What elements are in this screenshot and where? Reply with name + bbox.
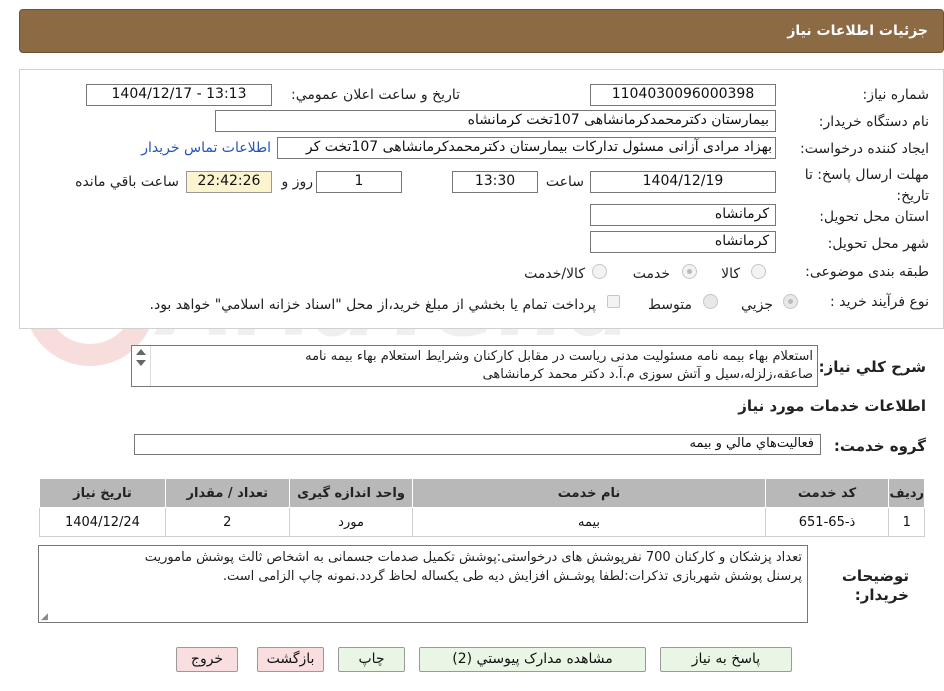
col-name: نام خدمت [412,478,766,508]
print-button[interactable]: چاپ [338,647,405,672]
page-header: جزئیات اطلاعات نیاز [19,9,944,53]
scroll-up-icon[interactable] [136,349,146,355]
deadline-label: مهلت ارسال پاسخ: تا تاریخ: [804,167,929,204]
table-header-row: رديف کد خدمت نام خدمت واحد اندازه گيری ت… [39,478,925,508]
deadline-date-field: 1404/12/19 [590,171,776,193]
cell-unit: مورد [288,507,414,537]
category-radio-goods[interactable] [751,264,766,279]
services-title: اطلاعات خدمات مورد نياز [738,397,926,415]
category-radio-service[interactable] [682,264,697,279]
category-option-goods: کالا [721,266,740,282]
process-option-medium: متوسط [648,297,692,313]
announce-label: تاریخ و ساعت اعلان عمومي: [291,87,460,103]
resize-handle-icon[interactable]: ◢ [41,612,48,622]
process-radio-medium[interactable] [703,294,718,309]
contact-info-link[interactable]: اطلاعات تماس خريدار [141,140,271,156]
cell-code: ذ-65-651 [764,507,890,537]
remaining-label: ساعت باقي مانده [75,174,179,190]
description-textarea[interactable]: استعلام بهاء بیمه نامه مسئولیت مدنی ریاس… [131,345,818,387]
buyer-notes-label-line2: خريدار: [854,586,909,604]
category-label: طبقه بندی موضوعی: [805,264,929,280]
buyer-org-field: بیمارستان دکترمحمدکرمانشاهی 107تخت کرمان… [215,110,776,132]
scroll-down-icon[interactable] [136,360,146,366]
need-number-field: 1104030096000398 [590,84,776,106]
description-line2: صاعقه،زلزله،سیل و آتش سوزی م.آ.د دکتر مح… [482,367,813,382]
process-radio-minor[interactable] [783,294,798,309]
page-title: جزئیات اطلاعات نیاز [787,23,928,39]
announce-field: 1404/12/17 - 13:13 [86,84,272,106]
city-field: کرمانشاه [590,231,776,253]
process-label: نوع فرآیند خرید : [830,294,929,310]
col-index: رديف [888,478,925,508]
back-button[interactable]: بازگشت [257,647,324,672]
province-label: استان محل تحویل: [819,209,929,225]
need-number-label: شماره نیاز: [862,87,930,103]
cell-qty: 2 [164,507,290,537]
service-group-label: گروه خدمت: [833,437,926,455]
creator-label: ایجاد کننده درخواست: [800,141,929,157]
col-date: تاريخ نياز [39,478,166,508]
days-field: 1 [316,171,402,193]
col-unit: واحد اندازه گيری [288,478,414,508]
services-table: رديف کد خدمت نام خدمت واحد اندازه گيری ت… [39,478,925,537]
buyer-notes-line1: تعداد پزشکان و کارکنان 700 نفرپوشش های د… [144,550,802,565]
description-scrollbar[interactable] [132,346,151,386]
payment-note: پرداخت تمام يا بخشي از مبلغ خريد،از محل … [149,297,596,313]
days-label: روز و [281,174,314,190]
cell-index: 1 [888,507,925,537]
creator-field: بهزاد مرادی آزانی مسئول تدارکات بیمارستا… [277,137,776,159]
city-label: شهر محل تحویل: [827,236,929,252]
exit-button[interactable]: خروج [176,647,238,672]
province-field: کرمانشاه [590,204,776,226]
cell-date: 1404/12/24 [39,507,166,537]
buyer-notes-label-line1: توضيحات [841,567,909,585]
attachments-button[interactable]: مشاهده مدارک پيوستي (2) [419,647,646,672]
col-qty: تعداد / مقدار [164,478,290,508]
description-label: شرح کلي نياز: [818,358,926,376]
col-code: کد خدمت [764,478,890,508]
deadline-time-field: 13:30 [452,171,538,193]
treasury-checkbox[interactable] [607,295,620,308]
cell-name: بیمه [412,507,766,537]
buyer-notes-line2: پرسنل پوشش شهربازی تذکرات:لطفا پوشـش افز… [222,569,802,584]
table-row[interactable]: 1 ذ-65-651 بیمه مورد 2 1404/12/24 [39,507,925,537]
time-label: ساعت [545,174,584,190]
buyer-org-label: نام دستگاه خريدار: [818,114,929,130]
category-option-service: خدمت [632,266,670,282]
reply-button[interactable]: پاسخ به نياز [660,647,792,672]
process-option-minor: جزيي [741,297,773,313]
category-radio-both[interactable] [592,264,607,279]
service-group-field: فعاليت‌هاي مالي و بيمه [134,434,821,455]
buyer-notes-textarea[interactable]: تعداد پزشکان و کارکنان 700 نفرپوشش های د… [38,545,808,623]
description-line1: استعلام بهاء بیمه نامه مسئولیت مدنی ریاس… [305,349,813,364]
remaining-time-field: 22:42:26 [186,171,272,193]
category-option-both: کالا/خدمت [524,266,585,282]
